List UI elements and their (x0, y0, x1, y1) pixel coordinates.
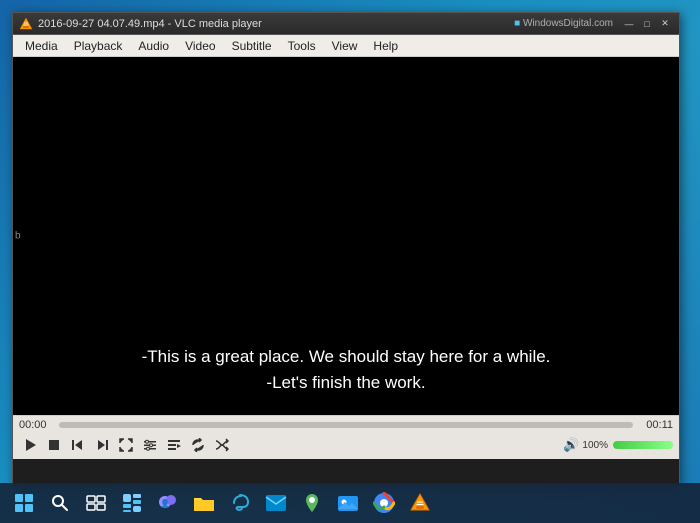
progress-row: 00:00 00:11 (19, 419, 673, 431)
window-title: 2016-09-27 04.07.49.mp4 - VLC media play… (38, 18, 514, 30)
taskbar-widgets-button[interactable] (116, 487, 148, 519)
taskbar-chat-button[interactable]: 👤 (152, 487, 184, 519)
seekbar[interactable] (59, 422, 633, 428)
stop-button[interactable] (43, 435, 65, 455)
vlc-icon (19, 17, 33, 31)
fullscreen-button[interactable] (115, 435, 137, 455)
play-button[interactable] (19, 435, 41, 455)
taskbar: 👤 (0, 483, 700, 523)
random-button[interactable] (211, 435, 233, 455)
taskbar-explorer-button[interactable] (188, 487, 220, 519)
playback-buttons: 🔊 100% (19, 435, 673, 455)
subtitle-display: -This is a great place. We should stay h… (13, 344, 679, 395)
time-current: 00:00 (19, 419, 54, 431)
menu-video[interactable]: Video (177, 37, 223, 55)
title-bar-buttons: — □ ✕ (621, 17, 673, 31)
ext-settings-button[interactable] (139, 435, 161, 455)
loop-button[interactable] (187, 435, 209, 455)
taskbar-chrome-button[interactable] (368, 487, 400, 519)
menu-tools[interactable]: Tools (280, 37, 324, 55)
menu-view[interactable]: View (324, 37, 366, 55)
edge-label: b (15, 231, 21, 242)
taskbar-maps-button[interactable] (296, 487, 328, 519)
taskbar-search-button[interactable] (44, 487, 76, 519)
menu-playback[interactable]: Playback (66, 37, 131, 55)
time-total: 00:11 (638, 419, 673, 431)
maximize-button[interactable]: □ (639, 17, 655, 31)
volume-percent: 100% (582, 440, 608, 451)
svg-text:👤: 👤 (160, 498, 170, 508)
volume-control: 🔊 100% (563, 437, 673, 453)
playlist-button[interactable] (163, 435, 185, 455)
watermark: ■ WindowsDigital.com (514, 18, 613, 29)
taskbar-mail-button[interactable] (260, 487, 292, 519)
menu-media[interactable]: Media (17, 37, 66, 55)
close-button[interactable]: ✕ (657, 17, 673, 31)
minimize-button[interactable]: — (621, 17, 637, 31)
desktop: 2016-09-27 04.07.49.mp4 - VLC media play… (0, 0, 700, 523)
taskbar-taskview-button[interactable] (80, 487, 112, 519)
taskbar-vlc-button[interactable] (404, 487, 436, 519)
title-bar: 2016-09-27 04.07.49.mp4 - VLC media play… (13, 13, 679, 35)
subtitle-line1: -This is a great place. We should stay h… (13, 344, 679, 370)
menu-audio[interactable]: Audio (130, 37, 177, 55)
menu-subtitle[interactable]: Subtitle (224, 37, 280, 55)
controls-area: 00:00 00:11 (13, 415, 679, 459)
video-area[interactable]: b -This is a great place. We should stay… (13, 57, 679, 415)
taskbar-photos-button[interactable] (332, 487, 364, 519)
menu-bar: Media Playback Audio Video Subtitle Tool… (13, 35, 679, 57)
taskbar-edge-button[interactable] (224, 487, 256, 519)
volume-slider[interactable] (613, 441, 673, 449)
prev-button[interactable] (67, 435, 89, 455)
next-button[interactable] (91, 435, 113, 455)
volume-icon: 🔊 (563, 437, 579, 453)
volume-fill (613, 441, 673, 449)
menu-help[interactable]: Help (365, 37, 406, 55)
taskbar-start-button[interactable] (8, 487, 40, 519)
subtitle-line2: -Let's finish the work. (13, 370, 679, 396)
vlc-window: 2016-09-27 04.07.49.mp4 - VLC media play… (12, 12, 680, 485)
